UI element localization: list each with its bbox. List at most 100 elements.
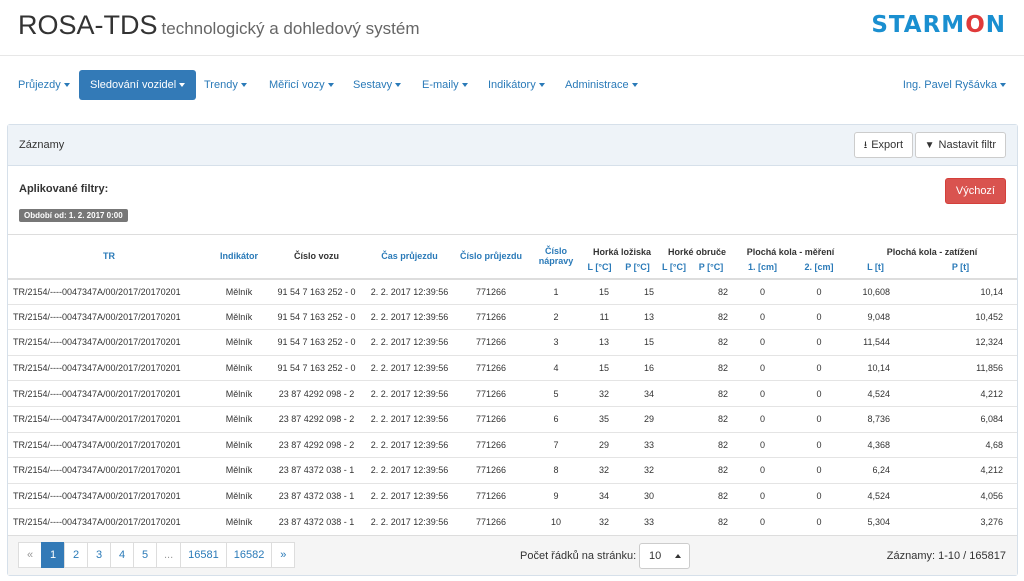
nav-item-prujezdy[interactable]: Průjezdy [7,70,81,100]
table-row: TR/2154/----0047347A/00/2017/20170201 Měl… [8,431,1017,458]
nav-label: Průjezdy [18,79,61,91]
cell-bearing-left: 15 [584,278,615,305]
table-row: TR/2154/----0047347A/00/2017/20170201 Měl… [8,405,1017,433]
cell-car: 91 54 7 163 252 - 0 [268,329,365,356]
nav-item-sestavy[interactable]: Sestavy [342,70,412,100]
cell-pass: 771266 [454,405,528,433]
col-header-hot-rims: Horké obruče [667,246,727,257]
app-subtitle: technologický a dohledový systém [161,19,420,38]
page-button[interactable]: 3 [87,542,111,568]
panel-header: Záznamy ⭳ Export ▼ Nastavit filtr [8,125,1017,166]
filter-label: Nastavit filtr [938,139,996,151]
subheader-bearings-left[interactable]: L [°C] [584,256,615,280]
cell-load-left: 4,524 [847,482,904,509]
cell-measure-1: 0 [734,303,791,330]
user-menu[interactable]: Ing. Pavel Ryšávka [903,70,1006,100]
col-header-flat-measure: Plochá kola - měření [746,246,835,257]
nav-item-indikatory[interactable]: Indikátory [477,70,556,100]
page-button[interactable]: 2 [64,542,88,568]
cell-bearing-left: 13 [584,329,615,356]
subheader-measure-2[interactable]: 2. [cm] [791,256,847,280]
page-prev-button[interactable]: « [18,542,42,568]
cell-load-left: 11,544 [847,329,904,356]
cell-rim-left [660,380,688,407]
cell-rim-right: 82 [688,482,734,509]
nav-label: Trendy [204,79,238,91]
cell-measure-1: 0 [734,457,791,484]
cell-load-left: 10,14 [847,354,904,381]
cell-rim-left [660,278,688,305]
page-button[interactable]: 16582 [225,542,273,568]
cell-indicator: Mělník [210,278,268,305]
col-header-axle[interactable]: Číslo nápravy [528,234,584,280]
cell-axle: 1 [528,278,584,305]
default-button[interactable]: Výchozí [944,178,1006,204]
cell-car: 23 87 4372 038 - 1 [268,457,365,484]
cell-time: 2. 2. 2017 12:39:56 [365,508,454,535]
cell-bearing-right: 34 [615,380,660,407]
cell-measure-1: 0 [734,508,791,535]
cell-axle: 6 [528,405,584,433]
page-button[interactable]: 1 [41,542,65,568]
col-header-pass[interactable]: Číslo průjezdu [454,234,528,280]
col-header-tr[interactable]: TR [8,234,210,280]
nav-item-e-maily[interactable]: E-maily [411,70,479,100]
col-header-time[interactable]: Čas průjezdu [365,234,454,280]
page-button[interactable]: 16581 [180,542,227,568]
page-button[interactable]: 4 [110,542,134,568]
cell-measure-1: 0 [734,482,791,509]
caret-down-icon [395,83,402,88]
cell-pass: 771266 [454,457,528,484]
cell-tr: TR/2154/----0047347A/00/2017/20170201 [8,431,210,458]
cell-pass: 771266 [454,303,528,330]
cell-rim-left [660,482,688,509]
cell-rim-right: 82 [688,508,734,535]
cell-rim-left [660,457,688,484]
caret-down-icon [240,83,247,88]
subheader-rims-right[interactable]: P [°C] [688,256,734,280]
export-button[interactable]: ⭳ Export [853,132,913,158]
cell-rim-left [660,431,688,458]
cell-indicator: Mělník [210,508,268,535]
nav-label: E-maily [422,79,459,91]
cell-axle: 10 [528,508,584,535]
cell-pass: 771266 [454,354,528,381]
subheader-load-right[interactable]: P [t] [904,256,1017,280]
subheader-bearings-right[interactable]: P [°C] [615,256,660,280]
page-next-button[interactable]: » [271,542,296,568]
subheader-measure-1[interactable]: 1. [cm] [734,256,791,280]
cell-load-right: 4,212 [904,457,1017,484]
records-panel: Záznamy ⭳ Export ▼ Nastavit filtr Aplikova… [7,124,1018,576]
cell-rim-right: 82 [688,431,734,458]
cell-tr: TR/2154/----0047347A/00/2017/20170201 [8,482,210,509]
cell-bearing-right: 15 [615,278,660,305]
subheader-load-left[interactable]: L [t] [847,256,904,280]
export-label: Export [871,139,903,151]
rows-per-page-select[interactable]: 10 [639,543,690,569]
nav-label: Měřicí vozy [269,79,325,91]
cell-load-left: 6,24 [847,457,904,484]
cell-tr: TR/2154/----0047347A/00/2017/20170201 [8,405,210,433]
nav-item-trendy[interactable]: Trendy [193,70,258,100]
cell-measure-1: 0 [734,405,791,433]
cell-car: 91 54 7 163 252 - 0 [268,354,365,381]
cell-axle: 5 [528,380,584,407]
nav-item-sledovani-vozidel[interactable]: Sledování vozidel [79,70,197,100]
subheader-rims-left[interactable]: L [°C] [660,256,688,280]
nav-item-administrace[interactable]: Administrace [554,70,649,100]
cell-indicator: Mělník [210,405,268,433]
set-filter-button[interactable]: ▼ Nastavit filtr [914,132,1006,158]
table-row: TR/2154/----0047347A/00/2017/20170201 Měl… [8,380,1017,407]
nav-item-merici-vozy[interactable]: Měřicí vozy [258,70,345,100]
cell-rim-left [660,303,688,330]
logo-part-o: O [965,12,986,38]
page-button[interactable]: 5 [133,542,157,568]
caret-down-icon [538,83,545,88]
cell-rim-left [660,354,688,381]
col-header-indicator[interactable]: Indikátor [210,234,268,280]
cell-rim-right: 82 [688,405,734,433]
cell-axle: 4 [528,354,584,381]
table-row: TR/2154/----0047347A/00/2017/20170201 Měl… [8,457,1017,484]
page-ellipsis: ... [156,542,182,568]
cell-axle: 7 [528,431,584,458]
